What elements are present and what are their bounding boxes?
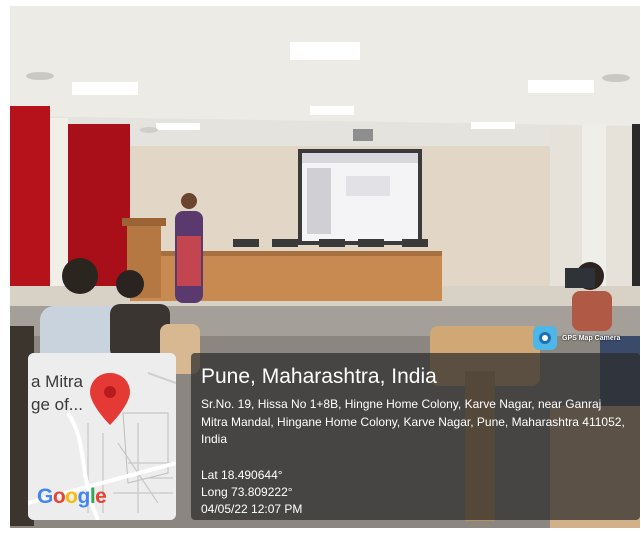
map-place-label: a Mitra ge of... xyxy=(31,370,83,416)
map-place-line-1: a Mitra xyxy=(31,372,83,391)
map-thumbnail: a Mitra ge of... Google xyxy=(28,353,176,520)
location-address: Sr.No. 19, Hissa No 1+8B, Hingne Home Co… xyxy=(201,397,625,446)
camera-icon xyxy=(533,326,557,350)
location-info-panel: Pune, Maharashtra, India Sr.No. 19, Hiss… xyxy=(191,353,640,520)
seminar-photo: GPS Map Camera a Mitra ge of... Google P… xyxy=(10,6,640,528)
map-place-line-2: ge of... xyxy=(31,395,83,414)
location-city: Pune, Maharashtra, India xyxy=(201,365,437,388)
gps-map-camera-badge: GPS Map Camera xyxy=(533,323,620,353)
google-logo: Google xyxy=(37,485,107,508)
location-latitude: Lat 18.490644° xyxy=(201,468,283,482)
location-longitude: Long 73.809222° xyxy=(201,485,293,499)
location-datetime: 04/05/22 12:07 PM xyxy=(201,502,303,516)
gps-badge-label: GPS Map Camera xyxy=(562,334,621,342)
